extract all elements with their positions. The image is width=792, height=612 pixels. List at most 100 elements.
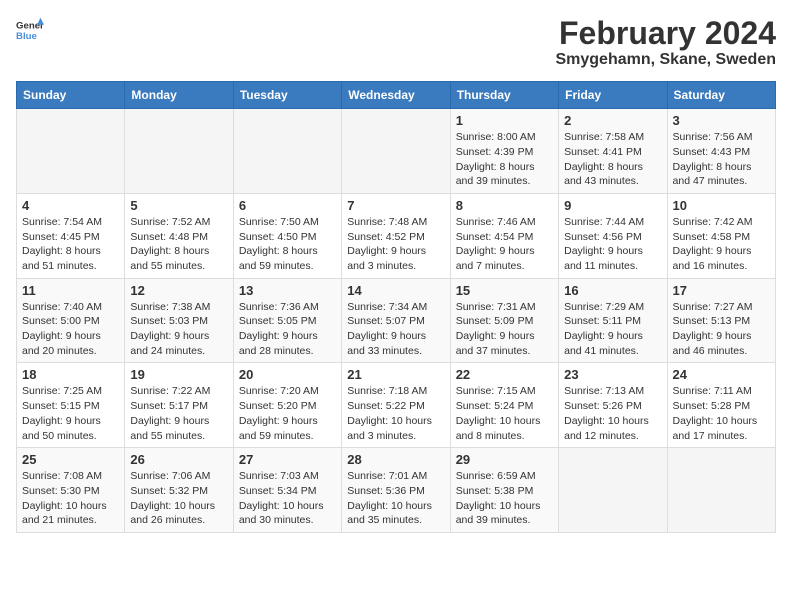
location-title: Smygehamn, Skane, Sweden bbox=[555, 51, 776, 69]
calendar-cell: 17 Sunrise: 7:27 AMSunset: 5:13 PMDayligh… bbox=[667, 278, 775, 363]
page-header: General Blue February 2024 Smygehamn, Sk… bbox=[16, 16, 776, 69]
calendar-week-row: 11 Sunrise: 7:40 AMSunset: 5:00 PMDayligh… bbox=[17, 278, 776, 363]
day-number: 15 bbox=[456, 283, 553, 298]
calendar-table: SundayMondayTuesdayWednesdayThursdayFrid… bbox=[16, 81, 776, 533]
day-number: 24 bbox=[673, 367, 770, 382]
weekday-row: SundayMondayTuesdayWednesdayThursdayFrid… bbox=[17, 82, 776, 109]
day-number: 25 bbox=[22, 452, 119, 467]
month-title: February 2024 bbox=[555, 16, 776, 51]
calendar-week-row: 1Sunrise: 8:00 AMSunset: 4:39 PMDaylight… bbox=[17, 109, 776, 194]
day-number: 22 bbox=[456, 367, 553, 382]
calendar-cell: 23 Sunrise: 7:13 AMSunset: 5:26 PMDayligh… bbox=[559, 363, 667, 448]
day-number: 11 bbox=[22, 283, 119, 298]
day-info: Sunrise: 7:46 AMSunset: 4:54 PMDaylight:… bbox=[456, 215, 553, 274]
weekday-header: Wednesday bbox=[342, 82, 450, 109]
day-number: 2 bbox=[564, 113, 661, 128]
calendar-cell: 6 Sunrise: 7:50 AMSunset: 4:50 PMDaylight… bbox=[233, 193, 341, 278]
day-info: Sunrise: 7:13 AMSunset: 5:26 PMDaylight:… bbox=[564, 384, 661, 443]
calendar-cell: 3 Sunrise: 7:56 AMSunset: 4:43 PMDaylight… bbox=[667, 109, 775, 194]
day-number: 14 bbox=[347, 283, 444, 298]
day-info: Sunrise: 7:52 AMSunset: 4:48 PMDaylight:… bbox=[130, 215, 227, 274]
title-block: February 2024 Smygehamn, Skane, Sweden bbox=[555, 16, 776, 69]
day-number: 23 bbox=[564, 367, 661, 382]
day-info: Sunrise: 7:58 AMSunset: 4:41 PMDaylight:… bbox=[564, 130, 661, 189]
day-info: Sunrise: 7:20 AMSunset: 5:20 PMDaylight:… bbox=[239, 384, 336, 443]
calendar-cell: 15 Sunrise: 7:31 AMSunset: 5:09 PMDayligh… bbox=[450, 278, 558, 363]
calendar-cell: 1Sunrise: 8:00 AMSunset: 4:39 PMDaylight… bbox=[450, 109, 558, 194]
day-number: 20 bbox=[239, 367, 336, 382]
day-info: Sunrise: 7:48 AMSunset: 4:52 PMDaylight:… bbox=[347, 215, 444, 274]
calendar-cell: 13Sunrise: 7:36 AMSunset: 5:05 PMDayligh… bbox=[233, 278, 341, 363]
day-info: Sunrise: 7:40 AMSunset: 5:00 PMDaylight:… bbox=[22, 300, 119, 359]
day-info: Sunrise: 6:59 AMSunset: 5:38 PMDaylight:… bbox=[456, 469, 553, 528]
day-info: Sunrise: 7:34 AMSunset: 5:07 PMDaylight:… bbox=[347, 300, 444, 359]
day-number: 16 bbox=[564, 283, 661, 298]
day-info: Sunrise: 7:29 AMSunset: 5:11 PMDaylight:… bbox=[564, 300, 661, 359]
calendar-cell: 8 Sunrise: 7:46 AMSunset: 4:54 PMDaylight… bbox=[450, 193, 558, 278]
weekday-header: Monday bbox=[125, 82, 233, 109]
weekday-header: Thursday bbox=[450, 82, 558, 109]
day-number: 17 bbox=[673, 283, 770, 298]
svg-text:Blue: Blue bbox=[16, 31, 37, 42]
logo-icon: General Blue bbox=[16, 16, 44, 44]
day-info: Sunrise: 7:27 AMSunset: 5:13 PMDaylight:… bbox=[673, 300, 770, 359]
calendar-cell: 5 Sunrise: 7:52 AMSunset: 4:48 PMDaylight… bbox=[125, 193, 233, 278]
calendar-cell: 25Sunrise: 7:08 AMSunset: 5:30 PMDayligh… bbox=[17, 448, 125, 533]
calendar-cell: 14 Sunrise: 7:34 AMSunset: 5:07 PMDayligh… bbox=[342, 278, 450, 363]
calendar-cell bbox=[342, 109, 450, 194]
weekday-header: Saturday bbox=[667, 82, 775, 109]
day-info: Sunrise: 7:01 AMSunset: 5:36 PMDaylight:… bbox=[347, 469, 444, 528]
day-number: 9 bbox=[564, 198, 661, 213]
day-info: Sunrise: 7:56 AMSunset: 4:43 PMDaylight:… bbox=[673, 130, 770, 189]
calendar-cell: 9 Sunrise: 7:44 AMSunset: 4:56 PMDaylight… bbox=[559, 193, 667, 278]
calendar-cell: 12Sunrise: 7:38 AMSunset: 5:03 PMDayligh… bbox=[125, 278, 233, 363]
calendar-cell bbox=[125, 109, 233, 194]
day-info: Sunrise: 7:44 AMSunset: 4:56 PMDaylight:… bbox=[564, 215, 661, 274]
weekday-header: Sunday bbox=[17, 82, 125, 109]
calendar-cell bbox=[17, 109, 125, 194]
day-number: 3 bbox=[673, 113, 770, 128]
day-number: 19 bbox=[130, 367, 227, 382]
day-number: 10 bbox=[673, 198, 770, 213]
day-number: 13 bbox=[239, 283, 336, 298]
day-info: Sunrise: 7:31 AMSunset: 5:09 PMDaylight:… bbox=[456, 300, 553, 359]
calendar-cell: 20 Sunrise: 7:20 AMSunset: 5:20 PMDayligh… bbox=[233, 363, 341, 448]
day-info: Sunrise: 7:42 AMSunset: 4:58 PMDaylight:… bbox=[673, 215, 770, 274]
calendar-cell: 7 Sunrise: 7:48 AMSunset: 4:52 PMDaylight… bbox=[342, 193, 450, 278]
calendar-cell: 16 Sunrise: 7:29 AMSunset: 5:11 PMDayligh… bbox=[559, 278, 667, 363]
calendar-body: 1Sunrise: 8:00 AMSunset: 4:39 PMDaylight… bbox=[17, 109, 776, 533]
day-number: 8 bbox=[456, 198, 553, 213]
day-info: Sunrise: 7:54 AMSunset: 4:45 PMDaylight:… bbox=[22, 215, 119, 274]
calendar-cell bbox=[559, 448, 667, 533]
day-number: 18 bbox=[22, 367, 119, 382]
day-info: Sunrise: 7:03 AMSunset: 5:34 PMDaylight:… bbox=[239, 469, 336, 528]
weekday-header: Friday bbox=[559, 82, 667, 109]
day-number: 21 bbox=[347, 367, 444, 382]
day-info: Sunrise: 7:06 AMSunset: 5:32 PMDaylight:… bbox=[130, 469, 227, 528]
day-number: 1 bbox=[456, 113, 553, 128]
day-number: 4 bbox=[22, 198, 119, 213]
calendar-cell: 21Sunrise: 7:18 AMSunset: 5:22 PMDayligh… bbox=[342, 363, 450, 448]
calendar-cell bbox=[667, 448, 775, 533]
day-info: Sunrise: 7:25 AMSunset: 5:15 PMDaylight:… bbox=[22, 384, 119, 443]
day-number: 12 bbox=[130, 283, 227, 298]
day-number: 7 bbox=[347, 198, 444, 213]
calendar-cell: 28Sunrise: 7:01 AMSunset: 5:36 PMDayligh… bbox=[342, 448, 450, 533]
day-number: 29 bbox=[456, 452, 553, 467]
calendar-cell: 2 Sunrise: 7:58 AMSunset: 4:41 PMDaylight… bbox=[559, 109, 667, 194]
calendar-cell: 19 Sunrise: 7:22 AMSunset: 5:17 PMDayligh… bbox=[125, 363, 233, 448]
calendar-cell: 27 Sunrise: 7:03 AMSunset: 5:34 PMDayligh… bbox=[233, 448, 341, 533]
calendar-cell: 4 Sunrise: 7:54 AMSunset: 4:45 PMDaylight… bbox=[17, 193, 125, 278]
day-info: Sunrise: 7:50 AMSunset: 4:50 PMDaylight:… bbox=[239, 215, 336, 274]
logo: General Blue bbox=[16, 16, 44, 44]
day-number: 5 bbox=[130, 198, 227, 213]
day-number: 27 bbox=[239, 452, 336, 467]
day-number: 26 bbox=[130, 452, 227, 467]
calendar-cell: 11 Sunrise: 7:40 AMSunset: 5:00 PMDayligh… bbox=[17, 278, 125, 363]
weekday-header: Tuesday bbox=[233, 82, 341, 109]
day-number: 6 bbox=[239, 198, 336, 213]
calendar-cell: 22Sunrise: 7:15 AMSunset: 5:24 PMDayligh… bbox=[450, 363, 558, 448]
calendar-week-row: 18 Sunrise: 7:25 AMSunset: 5:15 PMDayligh… bbox=[17, 363, 776, 448]
calendar-cell bbox=[233, 109, 341, 194]
day-info: Sunrise: 7:22 AMSunset: 5:17 PMDaylight:… bbox=[130, 384, 227, 443]
